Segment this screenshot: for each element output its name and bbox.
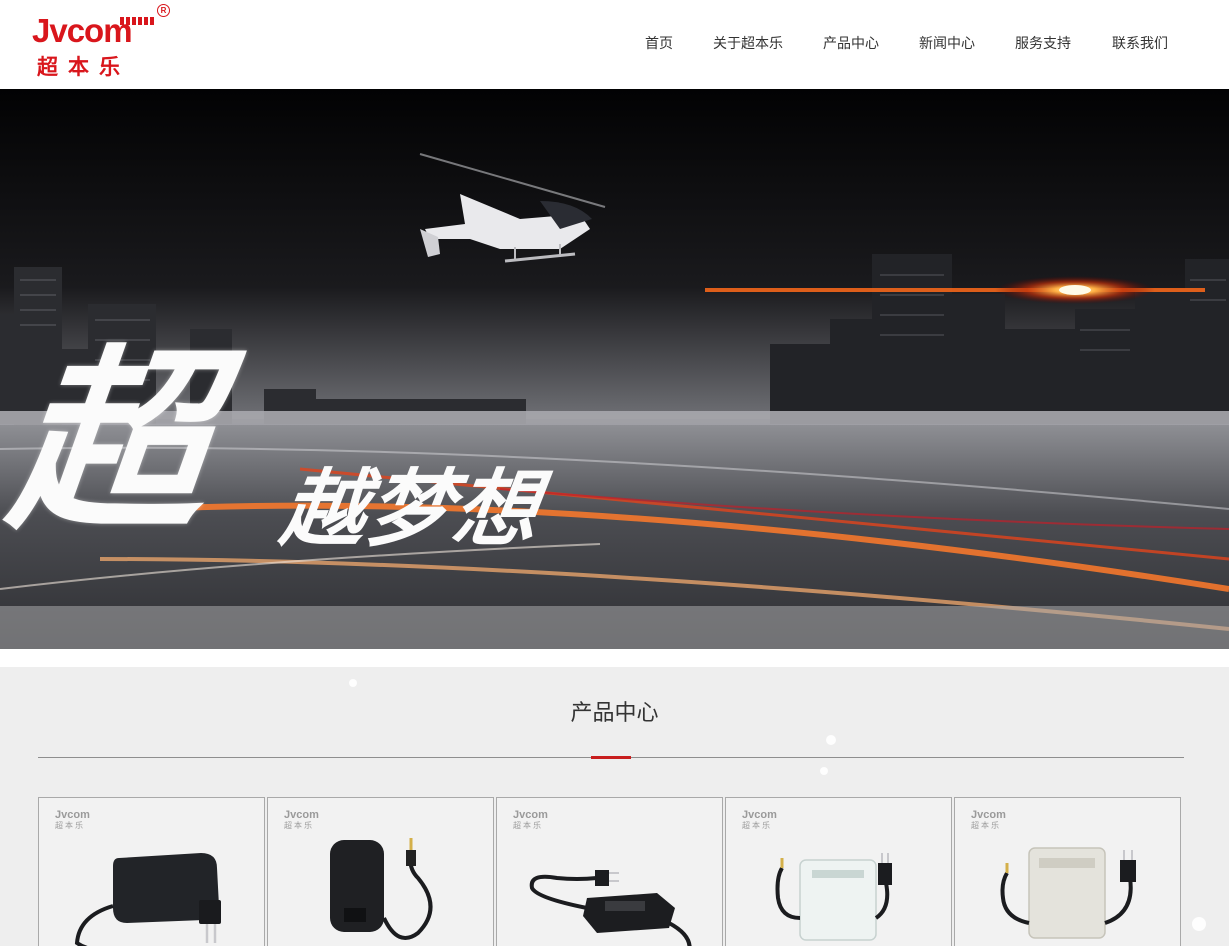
wall-adapter-icon xyxy=(330,838,433,940)
waterproof-power-box-icon xyxy=(775,853,892,941)
decor-dot xyxy=(826,735,836,745)
slogan-rest: 越梦想 xyxy=(275,459,548,558)
product-card[interactable]: Jvcom 超本乐 xyxy=(496,797,723,946)
decor-dot xyxy=(820,767,828,775)
waterproof-power-box-icon xyxy=(1000,847,1136,939)
product-card[interactable]: Jvcom 超本乐 xyxy=(954,797,1181,946)
banner-bottom-strip xyxy=(0,606,1229,649)
product-card[interactable]: Jvcom 超本乐 xyxy=(725,797,952,946)
nav-item-news[interactable]: 新闻中心 xyxy=(919,34,975,54)
site-header: Jvcom R 超本乐 首页 关于超本乐 产品中心 新闻中心 服务支持 联系我们 xyxy=(0,0,1229,89)
nav-item-home[interactable]: 首页 xyxy=(645,34,673,54)
logo-chinese-name: 超本乐 xyxy=(37,55,130,79)
nav-item-about[interactable]: 关于超本乐 xyxy=(713,34,783,54)
slogan-big-char: 超 xyxy=(0,327,221,557)
main-nav: 首页 关于超本乐 产品中心 新闻中心 服务支持 联系我们 xyxy=(0,34,1229,54)
product-grid: Jvcom 超本乐 Jvcom 超本乐 Jvcom 超本乐 Jvcom 超本乐 … xyxy=(38,797,1184,946)
title-accent-bar xyxy=(591,756,631,759)
registered-mark-icon: R xyxy=(157,4,170,17)
desktop-adapter-icon xyxy=(529,870,692,946)
wall-adapter-icon xyxy=(74,853,221,946)
product-card[interactable]: Jvcom 超本乐 xyxy=(267,797,494,946)
nav-item-contact[interactable]: 联系我们 xyxy=(1112,34,1168,54)
decor-dot xyxy=(349,679,357,687)
nav-item-support[interactable]: 服务支持 xyxy=(1015,34,1071,54)
product-card[interactable]: Jvcom 超本乐 xyxy=(38,797,265,946)
logo-bars-icon xyxy=(120,17,154,25)
hero-banner[interactable]: 超 越梦想 xyxy=(0,89,1229,649)
nav-item-products[interactable]: 产品中心 xyxy=(823,34,879,54)
decor-dot xyxy=(1192,917,1206,931)
section-title: 产品中心 xyxy=(570,701,659,726)
products-section: 产品中心 Jvcom 超本乐 Jvcom 超本乐 Jvcom 超本乐 Jvcom… xyxy=(0,667,1229,946)
